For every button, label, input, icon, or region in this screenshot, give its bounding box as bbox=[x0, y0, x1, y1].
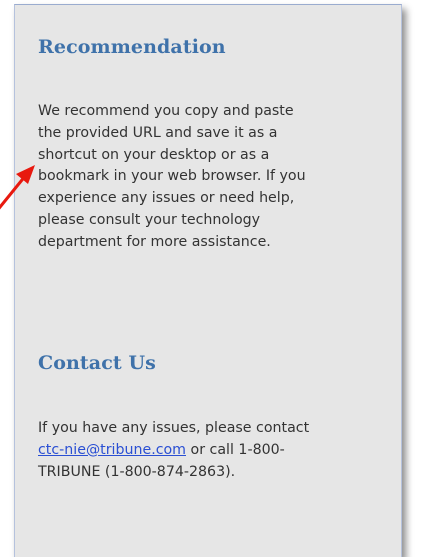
recommendation-heading: Recommendation bbox=[38, 36, 226, 58]
contact-line: If you have any issues, please contact bbox=[38, 420, 310, 436]
contact-line: or call 1-800- bbox=[186, 441, 285, 458]
contact-line: TRIBUNE (1-800-874-2863). bbox=[38, 463, 236, 480]
recommendation-line: shortcut on your desktop or as a bbox=[38, 146, 270, 163]
recommendation-line: We recommend you copy and paste bbox=[38, 103, 294, 119]
recommendation-text: We recommend you copy and paste the prov… bbox=[38, 101, 388, 254]
contact-text: If you have any issues, please contact c… bbox=[38, 418, 388, 483]
contact-email-link[interactable]: ctc-nie@tribune.com bbox=[38, 442, 186, 458]
page: Recommendation We recommend you copy and… bbox=[0, 0, 430, 557]
recommendation-line: department for more assistance. bbox=[38, 233, 271, 250]
sidebar-panel: Recommendation We recommend you copy and… bbox=[14, 4, 402, 557]
recommendation-line: experience any issues or need help, bbox=[38, 190, 295, 207]
recommendation-line: bookmark in your web browser. If you bbox=[38, 168, 306, 185]
recommendation-line: please consult your technology bbox=[38, 211, 261, 228]
recommendation-line: the provided URL and save it as a bbox=[38, 124, 278, 141]
contact-heading: Contact Us bbox=[38, 352, 156, 374]
